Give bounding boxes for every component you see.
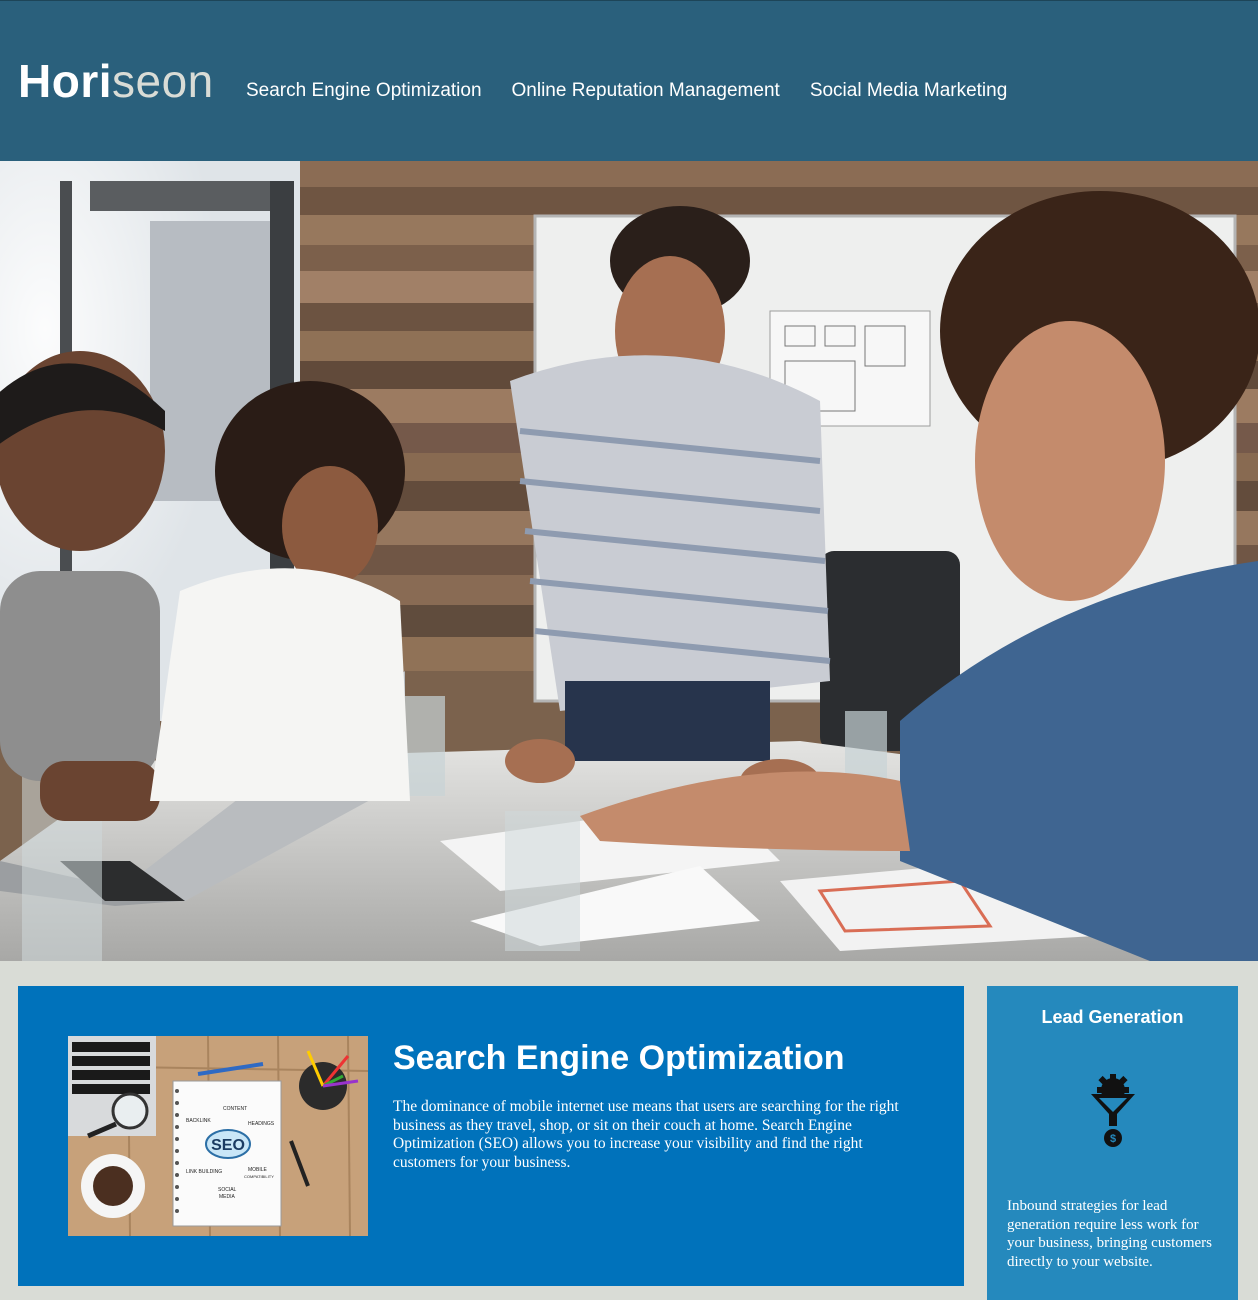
lead-generation-title: Lead Generation: [1041, 1007, 1184, 1027]
team-meeting-photo: [0, 161, 1258, 961]
logo-primary: Hori: [18, 55, 112, 107]
seo-description: The dominance of mobile internet use mea…: [393, 1098, 899, 1171]
nav-link-seo[interactable]: Search Engine Optimization: [246, 79, 482, 103]
svg-text:$: $: [1110, 1133, 1116, 1145]
seo-image-word-media: MEDIA: [219, 1194, 236, 1200]
seo-image-word-compatibility: COMPATIBILITY: [244, 1174, 274, 1179]
main-nav: Search Engine Optimization Online Reputa…: [246, 79, 1037, 103]
nav-link-reputation[interactable]: Online Reputation Management: [512, 79, 780, 103]
seo-image-word-seo: SEO: [211, 1137, 245, 1154]
seo-image-word-backlink: BACKLINK: [186, 1118, 211, 1124]
seo-image-word-mobile: MOBILE: [248, 1167, 268, 1173]
seo-image-word-link-building: LINK BUILDING: [186, 1169, 222, 1175]
seo-section: SEO CONTENT BACKLINK HEADINGS LINK BUILD…: [18, 986, 964, 1286]
seo-title: Search Engine Optimization: [393, 1039, 845, 1077]
hero-image: [0, 161, 1258, 961]
seo-image-word-social: SOCIAL: [218, 1187, 237, 1193]
seo-image-word-headings: HEADINGS: [248, 1121, 275, 1127]
lead-generation-text: Inbound strategies for lead generation r…: [1007, 1198, 1212, 1270]
seo-notebook-illustration: SEO CONTENT BACKLINK HEADINGS LINK BUILD…: [68, 1036, 368, 1236]
logo-accent: seon: [112, 55, 214, 107]
seo-image: SEO CONTENT BACKLINK HEADINGS LINK BUILD…: [68, 1036, 368, 1236]
nav-link-social-media[interactable]: Social Media Marketing: [810, 79, 1007, 103]
site-logo[interactable]: Horiseon: [18, 53, 214, 109]
site-header: Horiseon Search Engine Optimization Onli…: [0, 0, 1258, 161]
lead-funnel-icon: $: [1087, 1072, 1139, 1152]
benefits-sidebar: Lead Generation $ Inbound strategies for…: [987, 986, 1238, 1300]
seo-image-word-content: CONTENT: [223, 1106, 247, 1112]
